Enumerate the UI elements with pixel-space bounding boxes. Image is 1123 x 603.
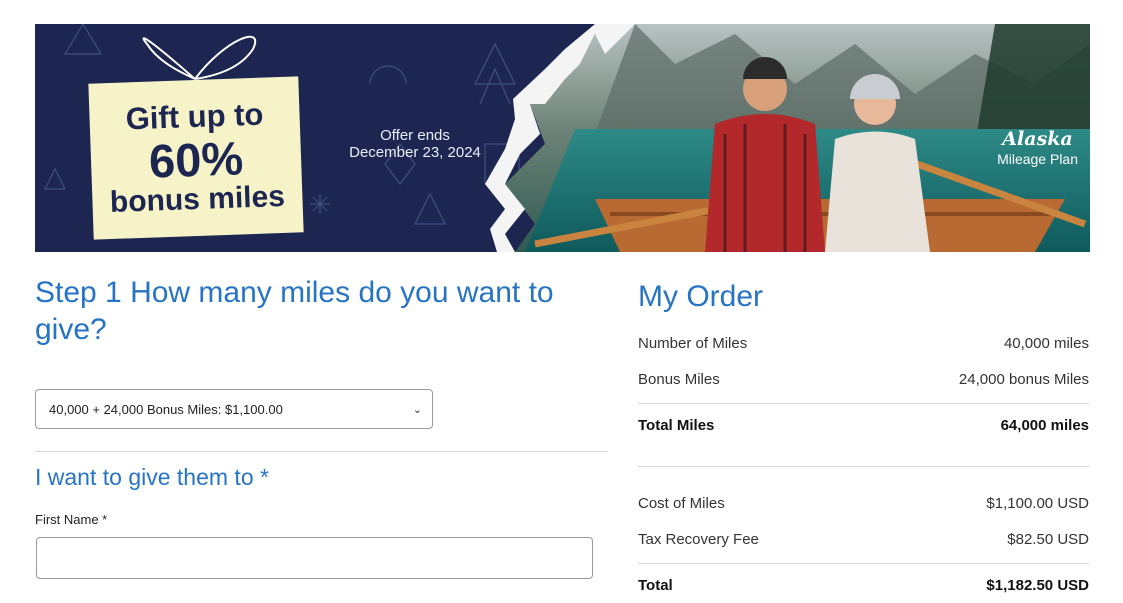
first-name-input[interactable]	[36, 537, 593, 579]
gift-percent: 60%	[148, 131, 244, 188]
order-row-cost: Cost of Miles $1,100.00 USD	[638, 495, 1089, 512]
gift-bonus-card: Gift up to 60% bonus miles	[88, 76, 304, 240]
order-row-miles: Number of Miles 40,000 miles	[638, 335, 1089, 352]
order-title: My Order	[638, 280, 764, 313]
order-row-label: Bonus Miles	[638, 371, 720, 388]
order-row-value: 24,000 bonus Miles	[958, 371, 1089, 388]
order-row-label: Number of Miles	[638, 335, 748, 352]
order-row-bonus: Bonus Miles 24,000 bonus Miles	[638, 371, 1089, 388]
promo-banner: Gift up to 60% bonus miles Offer ends De…	[35, 24, 1090, 252]
order-row-label: Tax Recovery Fee	[638, 531, 759, 548]
offer-label: Offer ends	[380, 127, 450, 144]
order-divider	[638, 466, 1089, 467]
order-row-label: Total Miles	[638, 417, 715, 434]
order-row-label: Cost of Miles	[638, 495, 725, 512]
order-row-label: Total	[638, 577, 673, 594]
order-row-total-miles: Total Miles 64,000 miles	[638, 417, 1089, 434]
miles-select-value: 40,000 + 24,000 Bonus Miles: $1,100.00	[49, 401, 283, 417]
order-row-value: $82.50 USD	[1007, 531, 1089, 548]
brand-program: Mileage Plan	[997, 151, 1078, 167]
order-row-value: $1,100.00 USD	[986, 495, 1089, 512]
offer-date: December 23, 2024	[349, 144, 481, 161]
order-row-tax: Tax Recovery Fee $82.50 USD	[638, 531, 1089, 548]
gift-headline: Gift up to	[125, 96, 264, 137]
step1-title: Step 1 How many miles do you want to giv…	[35, 276, 554, 346]
recipient-title: I want to give them to *	[35, 464, 269, 490]
order-divider	[638, 563, 1089, 564]
offer-deadline: Offer ends December 23, 2024	[335, 127, 495, 161]
alaska-mileage-plan-logo: Alaska Mileage Plan	[997, 128, 1078, 167]
miles-select[interactable]: 40,000 + 24,000 Bonus Miles: $1,100.00 ⌄	[35, 389, 433, 429]
order-row-value: $1,182.50 USD	[986, 577, 1089, 594]
first-name-label: First Name *	[35, 512, 108, 527]
brand-name: Alaska	[1002, 128, 1073, 150]
order-row-value: 40,000 miles	[1003, 335, 1089, 352]
order-row-total: Total $1,182.50 USD	[638, 577, 1089, 594]
gift-subline: bonus miles	[109, 179, 286, 220]
order-row-value: 64,000 miles	[1000, 417, 1089, 434]
chevron-down-icon: ⌄	[412, 403, 422, 416]
order-divider	[638, 403, 1089, 404]
section-divider	[35, 451, 608, 452]
